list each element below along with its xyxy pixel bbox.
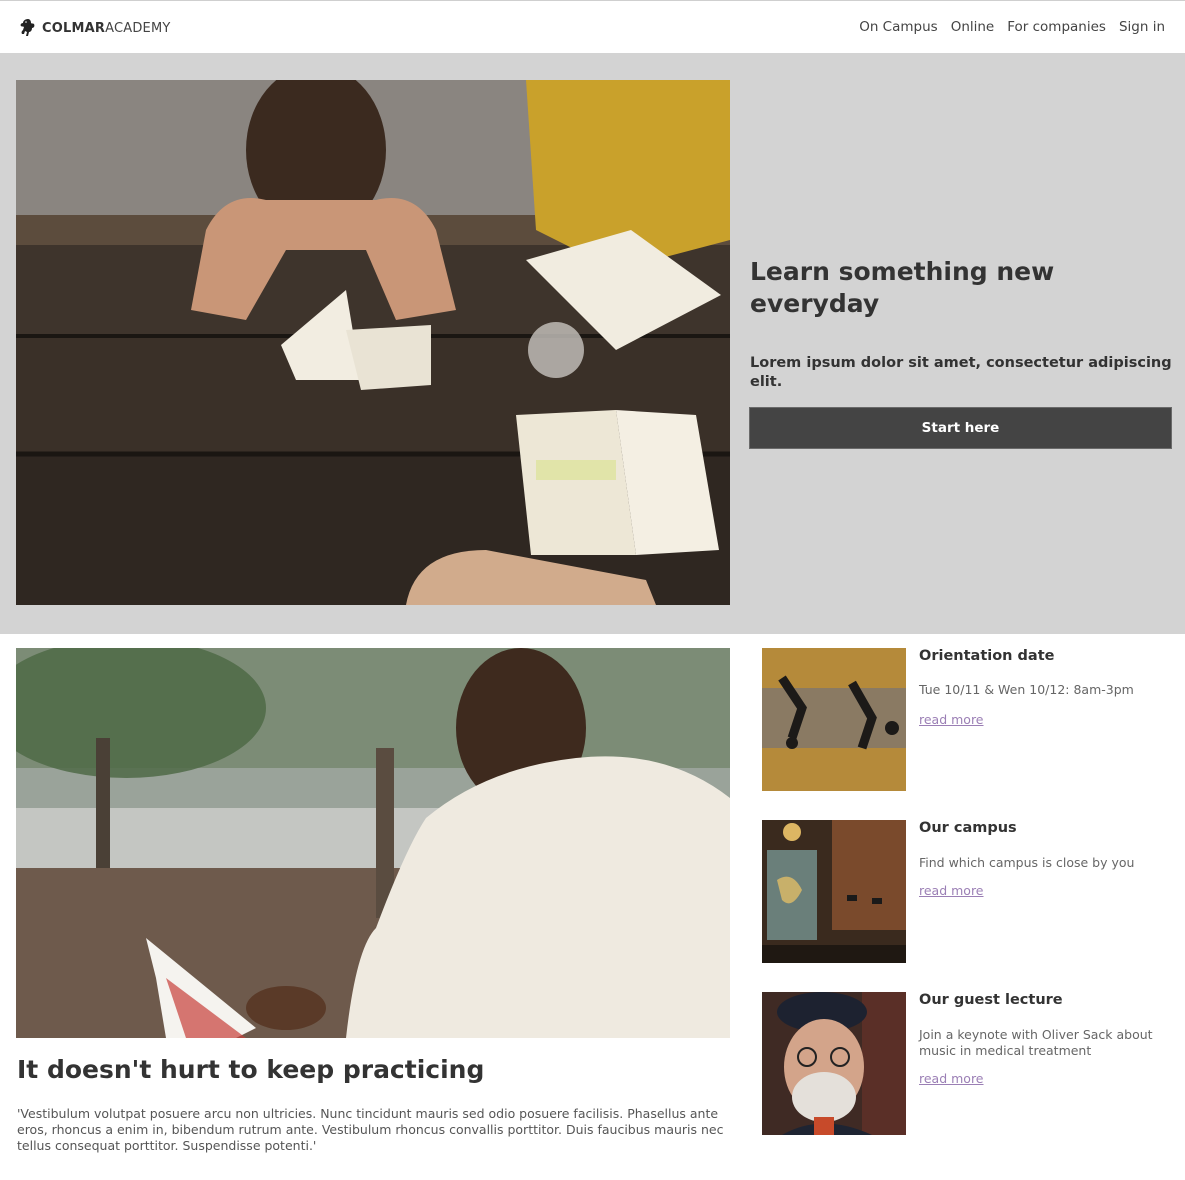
feature-title: It doesn't hurt to keep practicing [17, 1055, 485, 1084]
nav-sign-in[interactable]: Sign in [1119, 19, 1165, 35]
logo-text-light: ACADEMY [105, 20, 171, 36]
feature-image [16, 648, 730, 1038]
card-orientation: Orientation date Tue 10/11 & Wen 10/12: … [762, 648, 1172, 792]
hero-title: Learn something new everyday [750, 257, 1055, 318]
hero-subtitle: Lorem ipsum dolor sit amet, consectetur … [750, 355, 1172, 390]
logo-text-bold: COLMAR [42, 20, 106, 36]
card-image-guest-lecture [762, 992, 906, 1135]
start-here-button[interactable]: Start here [749, 407, 1172, 449]
card-text: Tue 10/11 & Wen 10/12: 8am-3pm [919, 682, 1134, 697]
card-image-campus [762, 820, 906, 963]
card-guest-lecture: Our guest lecture Join a keynote with Ol… [762, 992, 1172, 1136]
card-title: Orientation date [919, 648, 1055, 664]
card-title: Our campus [919, 820, 1017, 836]
card-campus: Our campus Find which campus is close by… [762, 820, 1172, 964]
heraldic-lion-icon [20, 19, 35, 36]
card-image-orientation [762, 648, 906, 791]
nav-on-campus[interactable]: On Campus [859, 19, 937, 35]
card-text: Join a keynote with Oliver Sack about mu… [919, 1027, 1153, 1058]
feature-text: 'Vestibulum volutpat posuere arcu non ul… [17, 1106, 724, 1153]
logo[interactable]: COLMARACADEMY [19, 17, 171, 39]
site-header: COLMARACADEMY On Campus Online For compa… [0, 1, 1185, 53]
logo-text: COLMARACADEMY [42, 21, 171, 36]
card-text: Find which campus is close by you [919, 855, 1135, 870]
hero-section: Learn something new everyday Lorem ipsum… [0, 53, 1185, 634]
card-title: Our guest lecture [919, 992, 1063, 1008]
nav-online[interactable]: Online [951, 19, 995, 35]
nav-for-companies[interactable]: For companies [1007, 19, 1106, 35]
hero-image [16, 80, 730, 605]
main-nav: On Campus Online For companies Sign in [859, 19, 1165, 35]
read-more-link[interactable]: read more [919, 1071, 984, 1086]
read-more-link[interactable]: read more [919, 712, 984, 727]
read-more-link[interactable]: read more [919, 883, 984, 898]
